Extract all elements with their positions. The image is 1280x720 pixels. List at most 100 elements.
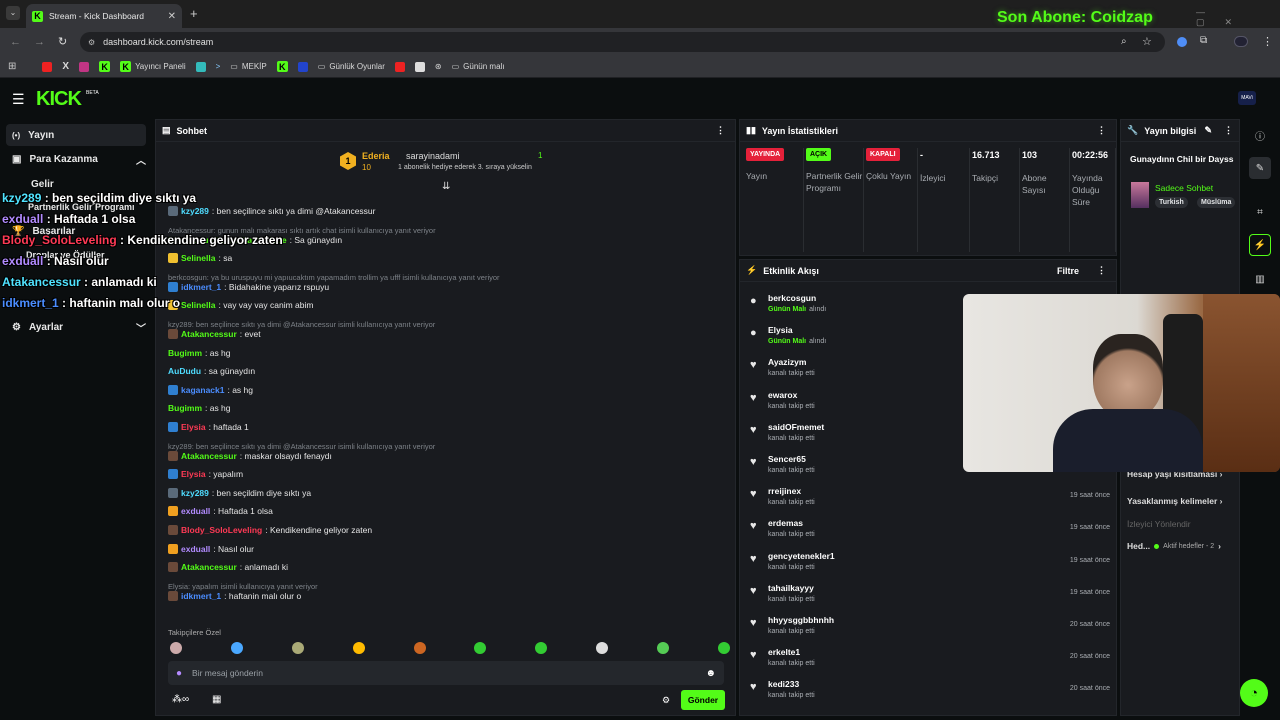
bookmark-star-icon[interactable]: ☆ bbox=[1142, 35, 1152, 48]
emote-icon[interactable] bbox=[596, 642, 609, 654]
openai-icon[interactable]: ⊛ bbox=[435, 62, 442, 71]
browser-tab[interactable]: K Stream - Kick Dashboard ✕ bbox=[26, 4, 182, 28]
chat-username[interactable]: kzy289 bbox=[181, 206, 209, 216]
chat-menu-icon[interactable]: ⋮ bbox=[716, 125, 735, 136]
filter-button[interactable]: Filtre bbox=[1057, 266, 1091, 276]
forward-icon[interactable]: → bbox=[34, 36, 45, 48]
chat-settings-icon[interactable]: ⚙ bbox=[662, 695, 670, 706]
site-info-icon[interactable]: ⚙ bbox=[88, 38, 95, 47]
url-field[interactable]: ⚙ dashboard.kick.com/stream bbox=[80, 32, 1165, 52]
emote-icon[interactable] bbox=[230, 642, 243, 654]
category-name[interactable]: Sadece Sohbet bbox=[1155, 183, 1213, 193]
chat-username[interactable]: Atakancessur bbox=[181, 562, 237, 572]
event-username[interactable]: gencyetenekler1 bbox=[768, 551, 835, 561]
sidebar-item-ayarlar[interactable]: ⚙ Ayarlar ﹀ bbox=[6, 316, 146, 338]
user-avatar[interactable]: MAVi bbox=[1238, 91, 1256, 105]
browser-menu-icon[interactable]: ⋮ bbox=[1262, 35, 1273, 48]
event-username[interactable]: erkelte1 bbox=[768, 647, 800, 657]
chat-username[interactable]: Elysia bbox=[181, 469, 206, 479]
chat-message[interactable]: idkmert_1: Bidahakine yaparız rspuyu bbox=[168, 281, 329, 292]
chat-username[interactable]: exduall bbox=[181, 506, 210, 516]
reload-icon[interactable]: ↻ bbox=[58, 35, 67, 48]
apps-grid-icon[interactable]: ⊞ bbox=[8, 61, 16, 72]
extensions-puzzle-icon[interactable]: ⧉ bbox=[1200, 35, 1207, 46]
emoji-icon[interactable]: ☻ bbox=[705, 668, 716, 679]
event-username[interactable]: saidOFmemet bbox=[768, 422, 824, 432]
category-thumb[interactable] bbox=[1131, 182, 1149, 208]
chat-message[interactable]: Selinella: vay vay vay canim abim bbox=[168, 300, 313, 311]
chat-message[interactable]: Elysia: yapalım bbox=[168, 469, 243, 480]
event-username[interactable]: Elysia bbox=[768, 325, 793, 335]
chat-message[interactable]: Atakancessur: anlamadı ki bbox=[168, 562, 288, 573]
chat-username[interactable]: Bugimm bbox=[168, 348, 202, 358]
emote-icon[interactable] bbox=[657, 642, 669, 654]
link-banned-words[interactable]: Yasaklanmış kelimeler › bbox=[1127, 496, 1222, 506]
chat-message[interactable]: Atakancessur: evet bbox=[168, 329, 261, 339]
help-button[interactable]: ◔ bbox=[1240, 679, 1268, 707]
extension-icon[interactable] bbox=[1177, 37, 1187, 47]
edit-rail-icon[interactable]: ✎ bbox=[1249, 157, 1271, 179]
event-username[interactable]: tahailkayyy bbox=[768, 583, 814, 593]
instagram-icon[interactable] bbox=[79, 61, 90, 72]
mic-icon[interactable]: ● bbox=[176, 668, 182, 679]
event-item[interactable]: ♥ gencyetenekler1 kanalı takip etti 19 saat… bbox=[748, 551, 1118, 583]
events-menu-icon[interactable]: ⋮ bbox=[1097, 265, 1116, 276]
youtube-icon[interactable] bbox=[394, 61, 405, 72]
x-icon[interactable]: X bbox=[62, 61, 69, 72]
collapse-pinned-icon[interactable]: ⇊ bbox=[442, 181, 450, 192]
chat-username[interactable]: Elysia bbox=[181, 422, 206, 432]
event-username[interactable]: Ayazizym bbox=[768, 357, 806, 367]
back-icon[interactable]: ← bbox=[10, 36, 21, 48]
sidebar-item-para-kazanma[interactable]: ▣ Para Kazanma ︿ bbox=[6, 148, 146, 170]
tag-muslim[interactable]: Müslüma bbox=[1197, 197, 1236, 208]
edit-icon[interactable]: ✎ bbox=[1204, 125, 1212, 136]
stats-menu-icon[interactable]: ⋮ bbox=[1097, 125, 1116, 136]
tab-search-button[interactable]: ⌄ bbox=[6, 6, 20, 20]
chat-message[interactable]: Selinella: sa bbox=[168, 253, 232, 264]
kick-bookmark-icon[interactable]: K bbox=[99, 61, 111, 72]
emote-icon[interactable] bbox=[413, 642, 426, 654]
sidebar-item-yayin[interactable]: (•) Yayın bbox=[6, 124, 146, 146]
chat-message[interactable]: exduall: Haftada 1 olsa bbox=[168, 506, 273, 517]
chat-tools-icon[interactable]: ⁂∞ bbox=[172, 694, 189, 705]
notes-icon[interactable]: ▥ bbox=[1249, 268, 1271, 290]
store-icon[interactable]: ▦ bbox=[212, 694, 221, 705]
chat-message[interactable]: Bugimm: as hg bbox=[168, 403, 231, 413]
tag-turkish[interactable]: Turkish bbox=[1155, 197, 1188, 208]
zoom-icon[interactable]: ⌕ bbox=[1121, 36, 1127, 47]
chat-message[interactable]: exduall: Nasıl olur bbox=[168, 543, 254, 554]
event-item[interactable]: ♥ rreijinex kanalı takip etti 19 saat önce bbox=[748, 486, 1118, 518]
camera-icon[interactable]: ⌗ bbox=[1249, 201, 1271, 223]
chat-username[interactable]: Blody_SoloLeveling bbox=[181, 525, 262, 535]
tab-close-icon[interactable]: ✕ bbox=[168, 11, 176, 22]
chat-message[interactable]: AuDudu: sa günaydın bbox=[168, 366, 255, 376]
chat-username[interactable]: AuDudu bbox=[168, 366, 201, 376]
youtube-icon[interactable] bbox=[42, 61, 53, 72]
chat-message[interactable]: kzy289: ben seçildim diye sıktı ya bbox=[168, 487, 311, 498]
event-item[interactable]: ♥ erdemas kanalı takip etti 19 saat önce bbox=[748, 518, 1118, 550]
kick-logo[interactable]: KICK bbox=[36, 88, 82, 111]
chat-username[interactable]: Bugimm bbox=[168, 403, 202, 413]
chat-username[interactable]: Atakancessur bbox=[181, 329, 237, 339]
event-item[interactable]: ♥ hhyysggbbhnhh kanalı takip etti 20 saat ö… bbox=[748, 615, 1118, 647]
chat-username[interactable]: Selinella bbox=[181, 253, 216, 263]
bookmark-yayinci-paneli[interactable]: K Yayıncı Paneli bbox=[120, 61, 186, 72]
event-item[interactable]: ♥ kedi233 kanalı takip etti 20 saat önce bbox=[748, 679, 1118, 711]
terminal-bookmark-icon[interactable]: > bbox=[216, 62, 221, 71]
bookmark-gunluk-oyunlar[interactable]: ▭ Günlük Oyunlar bbox=[318, 62, 385, 71]
bookmark-mekip[interactable]: ▭ MEKİP bbox=[230, 62, 266, 71]
hamburger-menu-icon[interactable]: ☰ bbox=[12, 91, 25, 108]
event-item[interactable]: ♥ tahailkayyy kanalı takip etti 19 saat önc… bbox=[748, 583, 1118, 615]
info-circle-icon[interactable]: ⓘ bbox=[1249, 124, 1271, 146]
emote-icon[interactable] bbox=[717, 642, 730, 654]
chat-username[interactable]: Selinella bbox=[181, 300, 216, 310]
event-username[interactable]: Sencer65 bbox=[768, 454, 806, 464]
kick-bookmark-icon[interactable]: K bbox=[276, 61, 288, 72]
emote-icon[interactable] bbox=[170, 642, 182, 654]
emote-icon[interactable] bbox=[352, 642, 365, 654]
event-username[interactable]: hhyysggbbhnhh bbox=[768, 615, 834, 625]
event-username[interactable]: rreijinex bbox=[768, 486, 801, 496]
blue-bookmark-icon[interactable] bbox=[297, 61, 308, 72]
chat-input-box[interactable]: ● Bir mesaj gönderin ☻ bbox=[168, 661, 724, 685]
window-controls[interactable]: —▢✕ bbox=[1196, 7, 1280, 28]
